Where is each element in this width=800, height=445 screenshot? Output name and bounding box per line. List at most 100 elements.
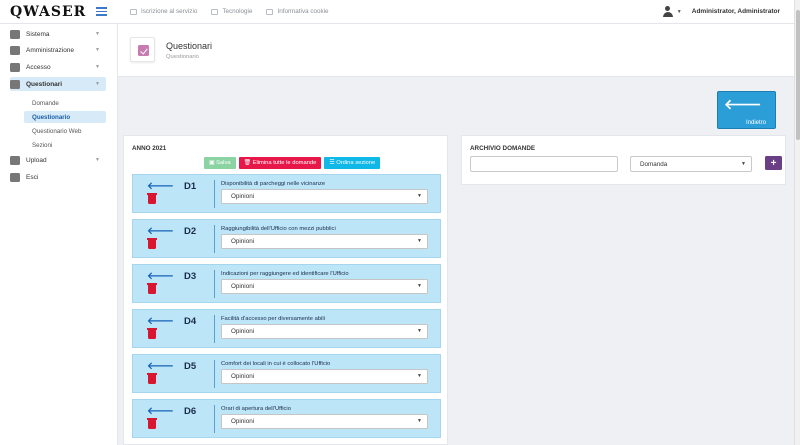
top-link-tecnologie[interactable]: Tecnologie <box>211 8 252 15</box>
top-links: Iscrizione al servizio Tecnologie Inform… <box>130 8 329 15</box>
question-text: Disponibilità di parcheggi nelle vicinan… <box>221 181 326 187</box>
sidebar-item-upload[interactable]: Upload ▼ <box>10 153 106 167</box>
question-card: 🡐 D4 Facilità d'accesso per diversamente… <box>132 309 441 348</box>
sidebar-item-esci[interactable]: Esci <box>10 170 106 184</box>
page-scrollbar[interactable] <box>794 0 800 445</box>
sidebar: Sistema ▼ Amministrazione ▼ Accesso ▼ Quest… <box>0 24 118 445</box>
top-link-iscrizione[interactable]: Iscrizione al servizio <box>130 8 197 15</box>
question-type-select[interactable]: Opinioni ▼ <box>221 189 428 204</box>
logout-icon <box>10 172 20 182</box>
question-text: Indicazioni per raggiungere ed identific… <box>221 271 349 277</box>
chevron-down-icon: ▼ <box>95 157 100 163</box>
sidebar-item-questionari[interactable]: Questionari ▼ <box>10 77 106 91</box>
sidebar-item-amministrazione[interactable]: Amministrazione ▼ <box>10 43 106 57</box>
add-question-button[interactable]: + <box>765 156 782 170</box>
checkbox-icon <box>130 37 155 62</box>
panel-title: ANNO 2021 <box>132 145 167 152</box>
arrow-left-icon[interactable]: 🡐 <box>147 315 174 327</box>
user-icon <box>662 6 673 17</box>
chevron-down-icon: ▼ <box>417 238 422 244</box>
arrow-left-icon[interactable]: 🡐 <box>147 360 174 372</box>
arrow-left-icon[interactable]: 🡐 <box>147 405 174 417</box>
question-text: Facilità d'accesso per diversamente abil… <box>221 316 325 322</box>
question-card: 🡐 D5 Comfort dei locali in cui è colloca… <box>132 354 441 393</box>
question-type-select[interactable]: Opinioni ▼ <box>221 234 428 249</box>
question-code: D5 <box>184 361 197 372</box>
question-code: D4 <box>184 316 197 327</box>
gear-icon <box>10 45 20 55</box>
arrow-left-icon[interactable]: 🡐 <box>147 270 174 282</box>
trash-icon[interactable] <box>147 328 157 339</box>
trash-icon[interactable] <box>147 193 157 204</box>
save-icon: ▣ <box>209 160 217 166</box>
divider <box>214 405 215 433</box>
question-code: D6 <box>184 406 197 417</box>
chevron-down-icon: ▼ <box>676 8 682 15</box>
question-card: 🡐 D2 Raggiungibilità dell'Ufficio con me… <box>132 219 441 258</box>
divider <box>214 180 215 208</box>
archive-search-input[interactable] <box>470 156 618 172</box>
trash-icon[interactable] <box>147 238 157 249</box>
question-text: Comfort dei locali in cui è collocato l'… <box>221 361 331 367</box>
top-link-cookie[interactable]: Informativa cookie <box>266 8 329 15</box>
arrow-left-icon[interactable]: 🡐 <box>147 225 174 237</box>
questionnaire-panel: ANNO 2021 ▣ Salva 🗑 Elimina tutte le dom… <box>123 135 448 445</box>
chevron-down-icon: ▼ <box>741 161 746 167</box>
question-code: D2 <box>184 226 197 237</box>
chevron-down-icon: ▼ <box>417 418 422 424</box>
chevron-down-icon: ▼ <box>95 64 100 70</box>
action-buttons: ▣ Salva 🗑 Elimina tutte le domande ☰ Ord… <box>204 157 381 169</box>
sidebar-item-sistema[interactable]: Sistema ▼ <box>10 27 106 41</box>
trash-icon[interactable] <box>147 418 157 429</box>
save-button[interactable]: ▣ Salva <box>204 157 236 169</box>
chevron-down-icon: ▼ <box>95 47 100 53</box>
trash-icon: 🗑 <box>243 160 253 166</box>
trash-icon[interactable] <box>147 373 157 384</box>
question-type-select[interactable]: Opinioni ▼ <box>221 414 428 429</box>
arrow-left-icon: 🡐 <box>724 96 762 112</box>
divider <box>214 315 215 343</box>
question-archive-panel: ARCHIVIO DOMANDE Domanda ▼ + <box>461 135 786 185</box>
panel-title: ARCHIVIO DOMANDE <box>470 145 536 152</box>
chevron-down-icon: ▼ <box>95 31 100 37</box>
order-section-button[interactable]: ☰ Ordina sezione <box>324 157 381 169</box>
back-button[interactable]: 🡐 Indietro <box>717 91 776 129</box>
arrow-left-icon[interactable]: 🡐 <box>147 180 174 192</box>
question-card: 🡐 D1 Disponibilità di parcheggi nelle vi… <box>132 174 441 213</box>
archive-type-select[interactable]: Domanda ▼ <box>630 156 752 172</box>
list-icon: ☰ <box>329 160 337 166</box>
question-card: 🡐 D3 Indicazioni per raggiungere ed iden… <box>132 264 441 303</box>
question-type-select[interactable]: Opinioni ▼ <box>221 279 428 294</box>
sidebar-subitem-sezioni[interactable]: Sezioni <box>24 139 106 151</box>
chevron-down-icon: ▼ <box>417 193 422 199</box>
page-title: Questionari <box>166 41 213 51</box>
chevron-down-icon: ▼ <box>95 81 100 87</box>
question-type-select[interactable]: Opinioni ▼ <box>221 324 428 339</box>
question-type-select[interactable]: Opinioni ▼ <box>221 369 428 384</box>
app-logo[interactable]: QWASER <box>10 4 86 20</box>
chevron-down-icon: ▼ <box>417 283 422 289</box>
question-text: Raggiungibilità dell'Ufficio con mezzi p… <box>221 226 336 232</box>
sitemap-icon <box>10 29 20 39</box>
document-icon <box>130 8 137 15</box>
question-code: D3 <box>184 271 197 282</box>
sidebar-item-accesso[interactable]: Accesso ▼ <box>10 60 106 74</box>
key-icon <box>10 62 20 72</box>
user-menu[interactable]: ▼ Administrator, Administrator <box>662 6 780 17</box>
checklist-icon <box>10 79 20 89</box>
sidebar-subitem-domande[interactable]: Domande <box>24 97 106 109</box>
question-code: D1 <box>184 181 197 192</box>
hamburger-menu-icon[interactable] <box>96 7 107 16</box>
sidebar-subitem-questionario-web[interactable]: Questionario Web <box>24 125 106 137</box>
file-icon <box>211 8 219 15</box>
divider <box>214 225 215 253</box>
chevron-down-icon: ▼ <box>417 373 422 379</box>
scrollbar-thumb[interactable] <box>796 10 800 140</box>
sidebar-subitem-questionario[interactable]: Questionario <box>24 111 106 123</box>
upload-icon <box>10 155 20 165</box>
trash-icon[interactable] <box>147 283 157 294</box>
user-name: Administrator, Administrator <box>691 8 780 15</box>
divider <box>214 360 215 388</box>
top-bar: QWASER Iscrizione al servizio Tecnologie… <box>0 0 794 24</box>
delete-all-button[interactable]: 🗑 Elimina tutte le domande <box>238 157 322 169</box>
